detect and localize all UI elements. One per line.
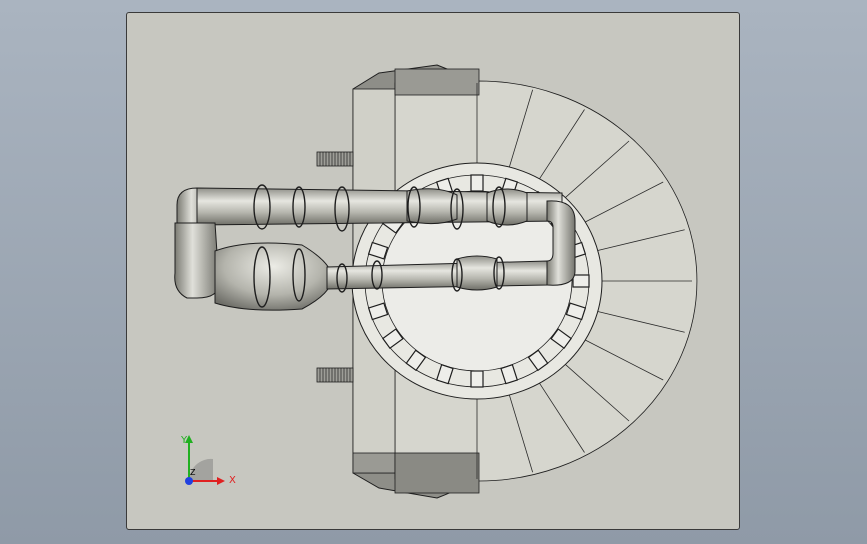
bearing-pad [572, 274, 590, 288]
x-axis-label: X [229, 475, 236, 486]
coordinate-triad: Y X Z [180, 435, 236, 486]
bearing-pad [470, 370, 484, 388]
y-axis-label: Y [180, 435, 188, 446]
z-axis-origin-icon [185, 477, 193, 485]
vent-grate-top [316, 151, 354, 167]
x-arrowhead-icon [217, 477, 225, 485]
bearing-pad [470, 174, 484, 192]
z-axis-label: Z [190, 468, 196, 477]
vent-grate-bottom [316, 367, 354, 383]
cad-viewport[interactable]: Y X Z [126, 12, 740, 530]
